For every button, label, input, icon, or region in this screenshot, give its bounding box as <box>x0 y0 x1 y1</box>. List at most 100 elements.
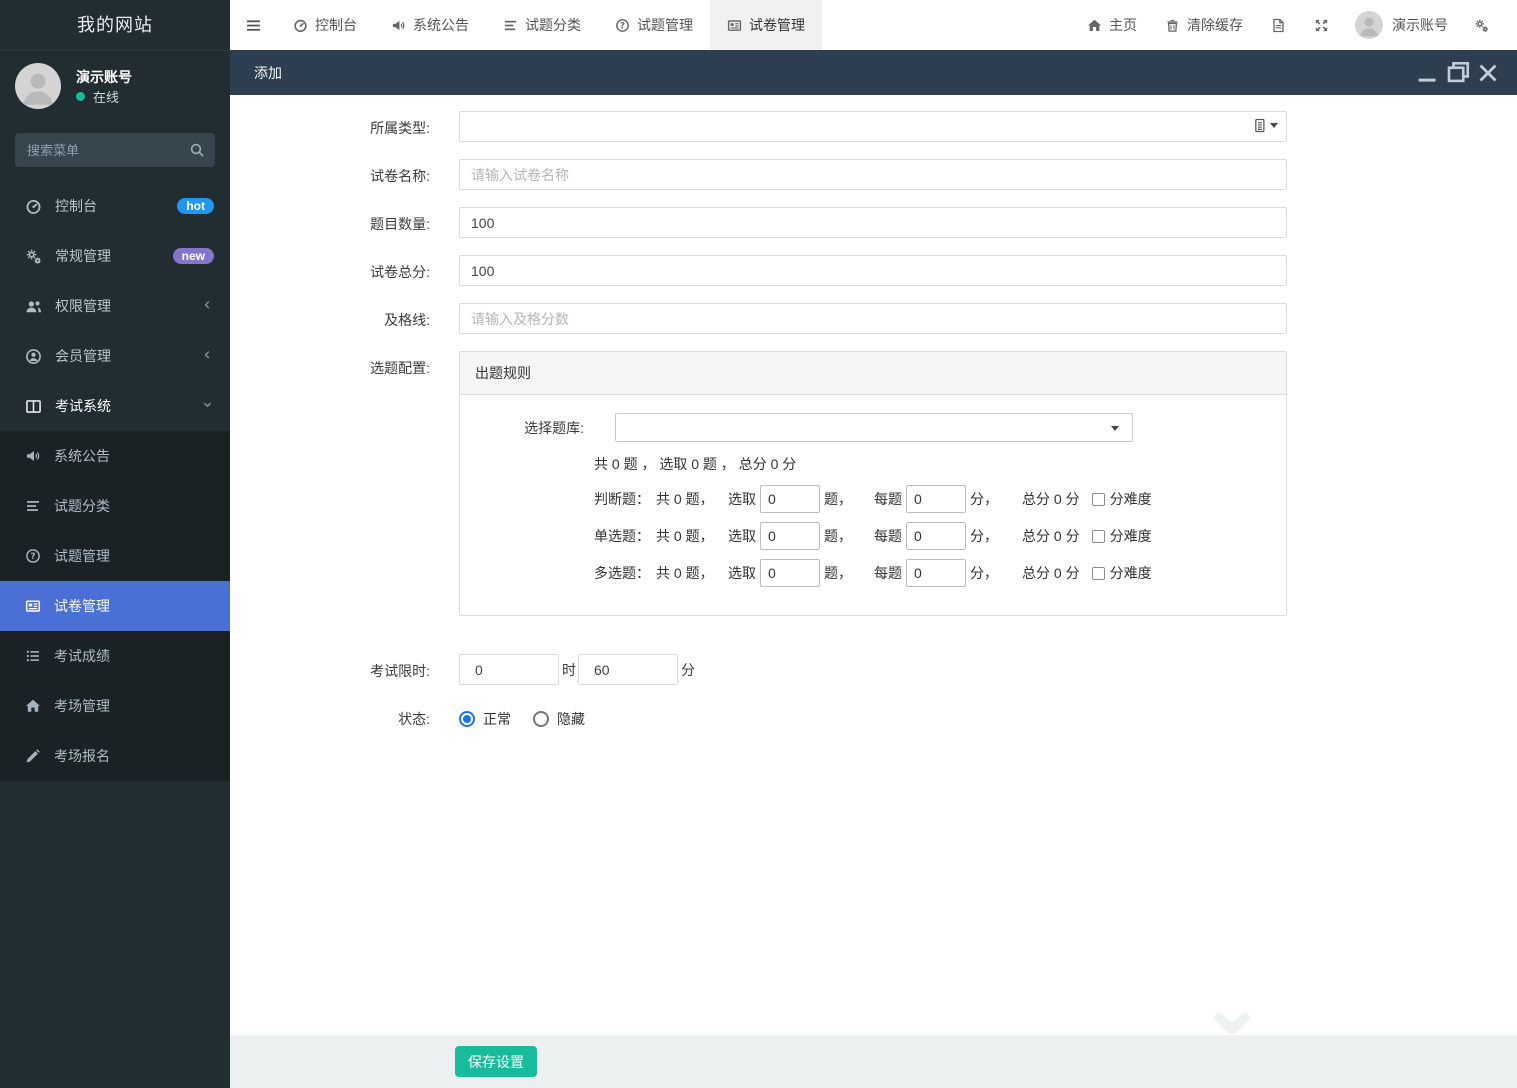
rule-subtotal: 总分 0 分 <box>1022 563 1080 583</box>
radio-unchecked-icon <box>533 711 549 727</box>
newspaper-icon <box>25 598 41 614</box>
navbar-user-menu[interactable]: 演示账号 <box>1343 11 1460 39</box>
users-icon <box>25 298 42 315</box>
submenu-item-label: 试题分类 <box>54 496 110 516</box>
form-row-type: 所属类型: <box>230 111 1517 142</box>
bank-select[interactable] <box>615 413 1133 442</box>
save-button[interactable]: 保存设置 <box>455 1046 537 1077</box>
search-icon[interactable] <box>189 142 205 158</box>
home-icon <box>25 698 41 714</box>
sidebar-item-exam-system[interactable]: 考试系统 <box>0 381 230 431</box>
type-select[interactable] <box>459 111 1287 142</box>
brand-title[interactable]: 我的网站 <box>0 0 230 50</box>
duration-hours-input[interactable] <box>459 654 559 685</box>
home-link[interactable]: 主页 <box>1073 0 1151 50</box>
online-dot-icon <box>76 92 85 101</box>
multi-pick-input[interactable] <box>760 559 820 587</box>
submenu-item-exam-signup[interactable]: 考场报名 <box>0 731 230 781</box>
paper-name-label: 试卷名称: <box>230 159 430 190</box>
submenu-item-question-category[interactable]: 试题分类 <box>0 481 230 531</box>
user-avatar[interactable] <box>15 63 61 109</box>
rule-pick-label: 选取 <box>728 563 756 583</box>
nav-tab-label: 系统公告 <box>413 15 469 35</box>
selectpage-icon[interactable] <box>1253 118 1278 133</box>
rule-name: 单选题： <box>594 526 656 546</box>
rule-pick-unit: 题， <box>824 526 852 546</box>
submenu-item-announcements[interactable]: 系统公告 <box>0 431 230 481</box>
status-option-label: 隐藏 <box>557 709 585 729</box>
rule-subtotal: 总分 0 分 <box>1022 489 1080 509</box>
submenu-item-exam-room[interactable]: 考场管理 <box>0 681 230 731</box>
rule-each-label: 每题 <box>874 526 902 546</box>
total-score-label: 试卷总分: <box>230 255 430 286</box>
question-circle-icon <box>25 548 41 564</box>
trash-icon <box>1165 18 1180 33</box>
volume-icon <box>391 18 406 33</box>
multi-difficulty-checkbox[interactable] <box>1092 567 1105 580</box>
nav-tab-paper-manage[interactable]: 试卷管理 <box>710 0 822 50</box>
user-name: 演示账号 <box>76 69 132 85</box>
close-icon[interactable] <box>1473 58 1503 88</box>
bank-label: 选择题库: <box>460 413 584 442</box>
sidebar-item-members[interactable]: 会员管理 <box>0 331 230 381</box>
duration-minutes-input[interactable] <box>578 654 678 685</box>
submenu-item-label: 试卷管理 <box>54 596 110 616</box>
rules-block: 共 0 题 ， 选取 0 题 ， 总分 0 分 判断题： 共 0 题， 选取 题… <box>460 452 1271 587</box>
rule-row-multi: 多选题： 共 0 题， 选取 题， 每题 分， 总分 0 分 分难度 <box>594 559 1271 587</box>
pass-line-input[interactable] <box>459 303 1287 334</box>
multi-score-input[interactable] <box>906 559 966 587</box>
sidebar-item-general[interactable]: 常规管理 new <box>0 231 230 281</box>
question-count-input[interactable] <box>459 207 1287 238</box>
sidebar-item-auth[interactable]: 权限管理 <box>0 281 230 331</box>
paper-name-input[interactable] <box>459 159 1287 190</box>
submenu-item-paper-manage[interactable]: 试卷管理 <box>0 581 230 631</box>
rule-total: 共 0 题， <box>656 526 728 546</box>
status-radio-normal[interactable]: 正常 <box>459 709 511 729</box>
judge-pick-input[interactable] <box>760 485 820 513</box>
submenu-item-exam-scores[interactable]: 考试成绩 <box>0 631 230 681</box>
menu-search-input[interactable] <box>15 133 215 167</box>
judge-score-input[interactable] <box>906 485 966 513</box>
nav-tab-label: 控制台 <box>315 15 357 35</box>
list-ul-icon <box>25 648 41 664</box>
hour-unit-label: 时 <box>562 660 576 680</box>
submenu-item-label: 考试成绩 <box>54 646 110 666</box>
type-label: 所属类型: <box>230 111 430 142</box>
settings-gear-icon[interactable] <box>1460 0 1503 50</box>
total-score-input[interactable] <box>459 255 1287 286</box>
online-label: 在线 <box>93 87 119 106</box>
submenu-item-label: 系统公告 <box>54 446 110 466</box>
docs-icon[interactable] <box>1257 0 1300 50</box>
minimize-icon[interactable] <box>1413 58 1443 88</box>
nav-tab-question-category[interactable]: 试题分类 <box>486 0 598 50</box>
clear-cache-label: 清除缓存 <box>1187 15 1243 35</box>
difficulty-label: 分难度 <box>1110 563 1152 583</box>
nav-tab-announcements[interactable]: 系统公告 <box>374 0 486 50</box>
caret-down-icon <box>1270 123 1278 128</box>
new-badge: new <box>173 248 214 264</box>
user-avatar-small <box>1355 11 1383 39</box>
nav-tab-dashboard[interactable]: 控制台 <box>276 0 374 50</box>
rule-pick-label: 选取 <box>728 489 756 509</box>
dashboard-icon <box>293 18 308 33</box>
nav-tab-question-manage[interactable]: 试题管理 <box>598 0 710 50</box>
columns-icon <box>25 398 42 415</box>
sidebar-item-dashboard[interactable]: 控制台 hot <box>0 181 230 231</box>
restore-icon[interactable] <box>1443 58 1473 88</box>
single-difficulty-checkbox[interactable] <box>1092 530 1105 543</box>
clear-cache-link[interactable]: 清除缓存 <box>1151 0 1257 50</box>
submenu-item-label: 考场管理 <box>54 696 110 716</box>
nav-tab-label: 试题管理 <box>637 15 693 35</box>
user-status: 在线 <box>76 87 132 106</box>
hot-badge: hot <box>177 198 214 214</box>
dialog-titlebar: 添加 <box>230 50 1517 95</box>
home-icon <box>1087 18 1102 33</box>
rule-total: 共 0 题， <box>656 563 728 583</box>
single-pick-input[interactable] <box>760 522 820 550</box>
status-radio-hidden[interactable]: 隐藏 <box>533 709 585 729</box>
submenu-item-question-manage[interactable]: 试题管理 <box>0 531 230 581</box>
single-score-input[interactable] <box>906 522 966 550</box>
fullscreen-icon[interactable] <box>1300 0 1343 50</box>
judge-difficulty-checkbox[interactable] <box>1092 493 1105 506</box>
hamburger-icon[interactable] <box>230 0 276 50</box>
